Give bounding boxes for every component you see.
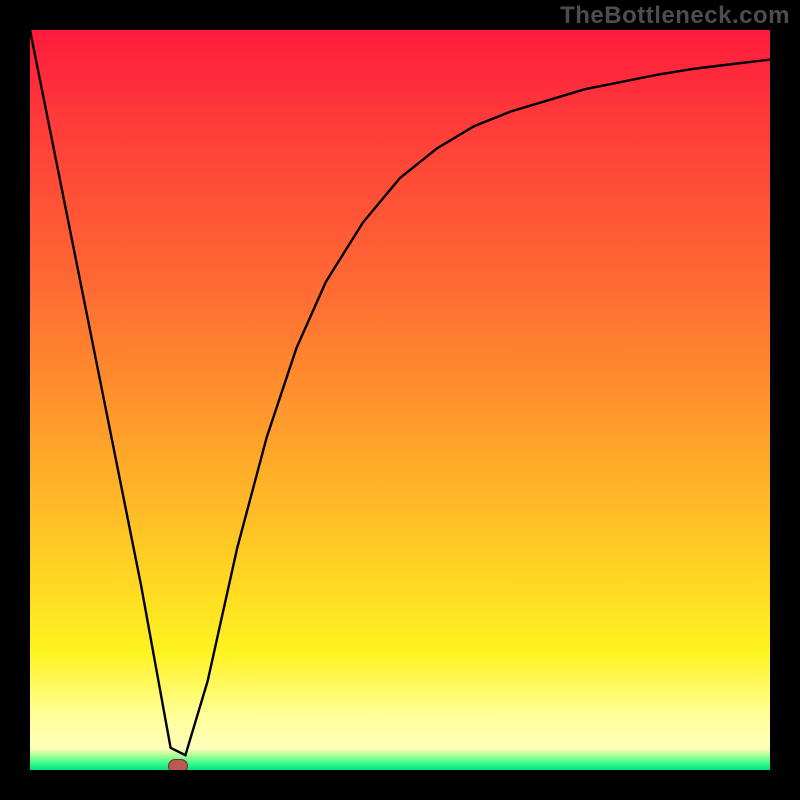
- watermark-label: TheBottleneck.com: [560, 2, 790, 30]
- curve-svg: [30, 30, 770, 770]
- chart-frame: TheBottleneck.com: [0, 0, 800, 800]
- plot-area: [30, 30, 770, 770]
- bottleneck-curve: [30, 30, 770, 755]
- optimum-marker: [168, 759, 188, 770]
